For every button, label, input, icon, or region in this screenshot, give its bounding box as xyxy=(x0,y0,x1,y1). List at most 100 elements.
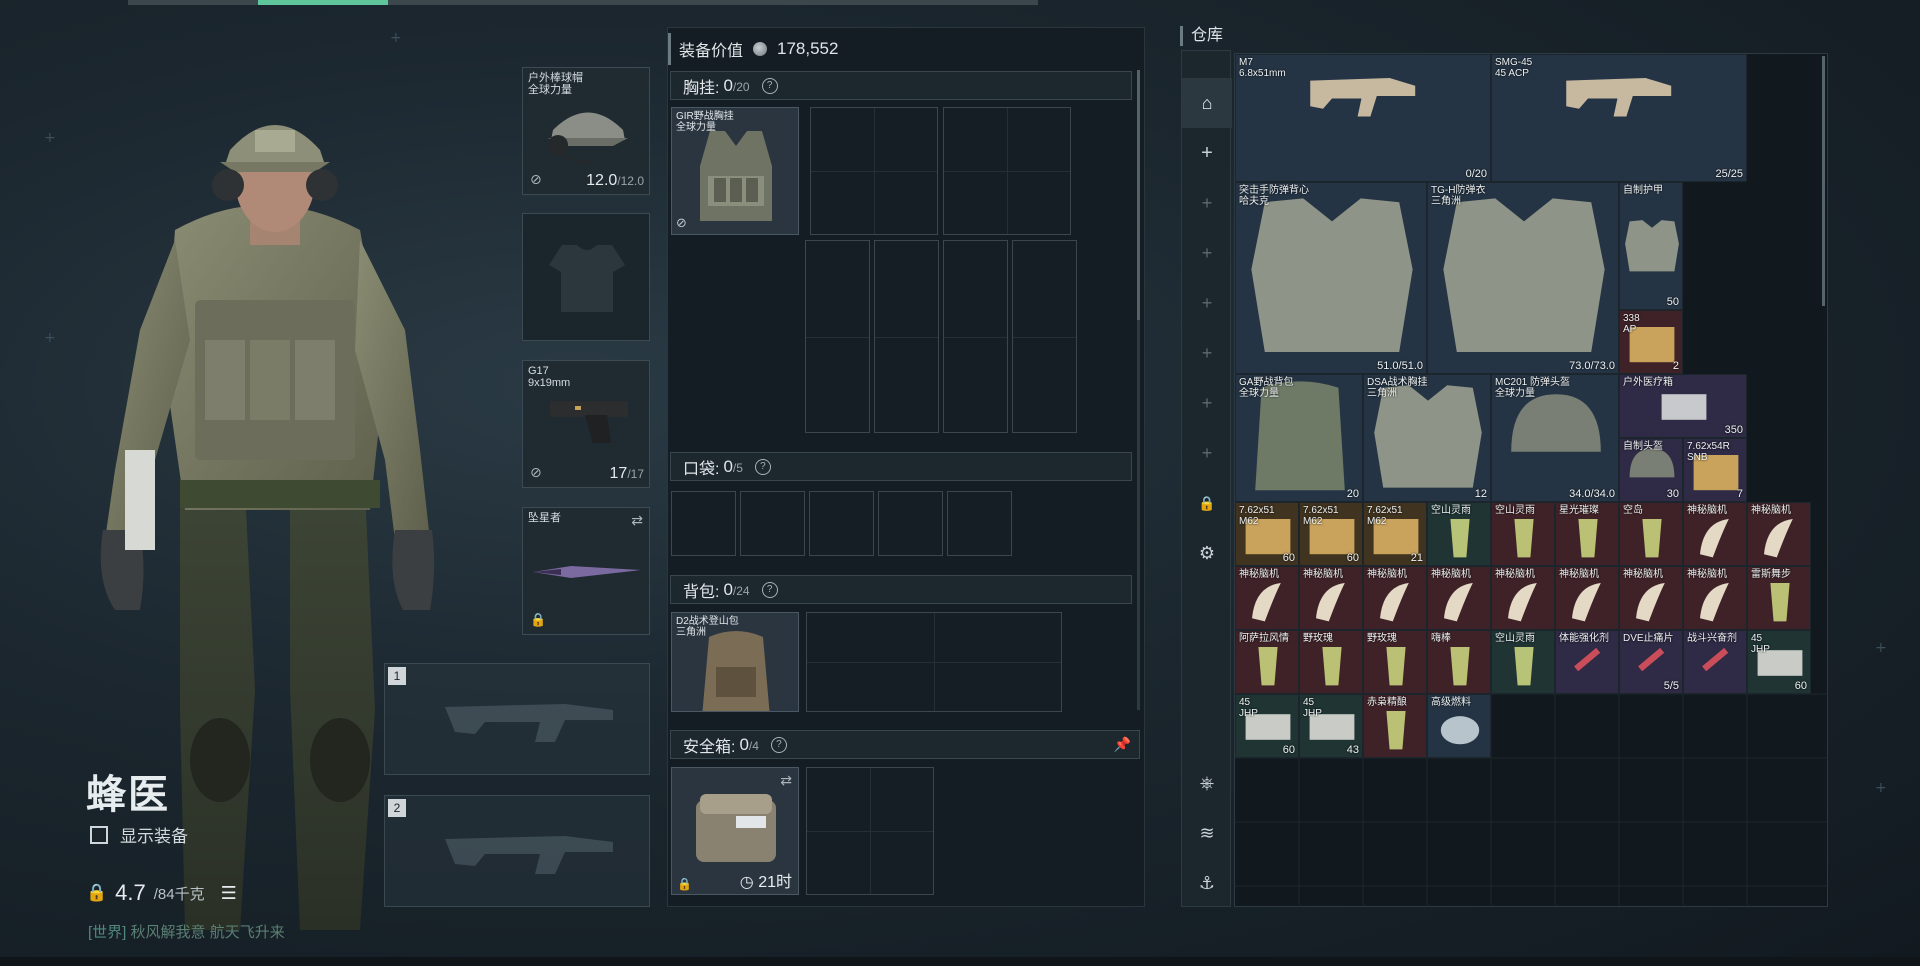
help-icon[interactable]: ? xyxy=(770,736,787,753)
chest-rig-cell[interactable] xyxy=(943,240,1008,433)
stash-grid[interactable]: M7 6.8x51mm 0/20 SMG-45 45 ACP 25/25 突击手防弹背心… xyxy=(1234,53,1829,908)
stash-item[interactable]: 7.62x51 M62 60 xyxy=(1235,502,1299,566)
stash-item[interactable]: 神秘脑机 xyxy=(1619,566,1683,630)
stash-item-label: 空岛 xyxy=(1623,505,1643,516)
swap-icon[interactable]: ⇄ xyxy=(780,772,792,789)
backpack-item[interactable]: D2战术登山包 三角洲 xyxy=(671,612,799,712)
stash-item[interactable]: 户外医疗箱 350 xyxy=(1619,374,1747,438)
armor-slot[interactable] xyxy=(522,213,650,341)
help-icon[interactable]: ? xyxy=(761,581,778,598)
stash-item[interactable]: 神秘脑机 xyxy=(1299,566,1363,630)
list-icon[interactable]: ☰ xyxy=(221,883,237,904)
swap-icon[interactable]: ⇄ xyxy=(631,512,643,529)
stash-item[interactable]: 神秘脑机 xyxy=(1555,566,1619,630)
plus-icon[interactable]: + xyxy=(1182,228,1232,278)
stash-item[interactable]: 45 JHP 43 xyxy=(1299,694,1363,758)
stash-item[interactable]: 体能强化剂 xyxy=(1555,630,1619,694)
stash-item[interactable]: 嗨棒 xyxy=(1427,630,1491,694)
weight-lock-icon: 🔒 xyxy=(86,883,108,902)
stash-item[interactable]: M7 6.8x51mm 0/20 xyxy=(1235,54,1491,182)
stash-item[interactable]: SMG-45 45 ACP 25/25 xyxy=(1491,54,1747,182)
stash-item[interactable]: 338 AP 2 xyxy=(1619,310,1683,374)
help-icon[interactable]: ? xyxy=(754,458,771,475)
stash-item[interactable]: 野玫瑰 xyxy=(1299,630,1363,694)
pistol-slot[interactable]: G17 9x19mm ⊘ 17/17 xyxy=(522,360,650,488)
stash-item[interactable]: 星光璀璨 xyxy=(1555,502,1619,566)
safebox-cell[interactable] xyxy=(806,767,934,895)
anchor-icon[interactable]: ⚓ xyxy=(1182,858,1232,908)
plus-icon[interactable]: + xyxy=(1182,178,1232,228)
stash-item[interactable]: DVE止痛片 5/5 xyxy=(1619,630,1683,694)
chat-line[interactable]: [世界] 秋风解我意 航天飞升来 xyxy=(88,921,285,942)
stash-item[interactable]: 雷斯舞步 xyxy=(1747,566,1811,630)
stash-item[interactable]: 阿萨拉风情 xyxy=(1235,630,1299,694)
stash-item[interactable]: 神秘脑机 xyxy=(1747,502,1811,566)
stash-item[interactable]: MC201 防弹头盔 全球力量 34.0/34.0 xyxy=(1491,374,1619,502)
chest-rig-item[interactable]: GIR野战胸挂 全球力量 ⊘ xyxy=(671,107,799,235)
stash-item[interactable]: 45 JHP 60 xyxy=(1747,630,1811,694)
stash-item[interactable]: 战斗兴奋剂 xyxy=(1683,630,1747,694)
operator-name: 蜂医 xyxy=(86,773,170,817)
stash-item[interactable]: 45 JHP 60 xyxy=(1235,694,1299,758)
stash-item-label: 户外医疗箱 xyxy=(1623,377,1673,388)
stash-item[interactable]: GA野战背包 全球力量 20 xyxy=(1235,374,1363,502)
stash-item[interactable]: 空山灵雨 xyxy=(1427,502,1491,566)
stash-item[interactable]: 神秘脑机 xyxy=(1683,502,1747,566)
stash-item[interactable]: 神秘脑机 xyxy=(1683,566,1747,630)
pocket-cell[interactable] xyxy=(947,491,1012,556)
stash-item[interactable]: 空山灵雨 xyxy=(1491,502,1555,566)
stash-item[interactable]: 神秘脑机 xyxy=(1363,566,1427,630)
home-icon[interactable]: ⌂ xyxy=(1182,78,1232,128)
pocket-cell[interactable] xyxy=(671,491,736,556)
plus-icon[interactable]: + xyxy=(1182,278,1232,328)
chest-rig-cell[interactable] xyxy=(805,240,870,433)
chest-rig-cell[interactable] xyxy=(874,240,939,433)
stash-item[interactable]: 自制头盔 30 xyxy=(1619,438,1683,502)
stash-item[interactable]: 7.62x51 M62 60 xyxy=(1299,502,1363,566)
stash-item[interactable]: TG-H防弹衣 三角洲 73.0/73.0 xyxy=(1427,182,1619,374)
stash-item[interactable]: 神秘脑机 xyxy=(1235,566,1299,630)
chest-rig-cell[interactable] xyxy=(1012,240,1077,433)
pocket-cell[interactable] xyxy=(809,491,874,556)
pocket-cell[interactable] xyxy=(740,491,805,556)
primary-weapon-slot-1[interactable]: 1 xyxy=(384,663,650,775)
safebox-item[interactable]: ⇄ 🔒 ◷ 21时 xyxy=(671,767,799,895)
pocket-cell[interactable] xyxy=(878,491,943,556)
melee-slot[interactable]: 坠星者 ⇄ 🔒 xyxy=(522,507,650,635)
pistol-ammo: 17/17 xyxy=(609,465,644,482)
stash-item[interactable]: DSA战术胸挂 三角洲 12 xyxy=(1363,374,1491,502)
stash-item[interactable]: 野玫瑰 xyxy=(1363,630,1427,694)
layers-icon[interactable]: ≋ xyxy=(1182,808,1232,858)
pin-icon[interactable]: 📌 xyxy=(1114,736,1131,753)
show-equipment-toggle[interactable]: 显示装备 xyxy=(90,822,188,847)
stash-item[interactable]: 赤枭精酿 xyxy=(1363,694,1427,758)
stash-item-label: 45 JHP xyxy=(1239,697,1258,719)
stash-item[interactable]: 空岛 xyxy=(1619,502,1683,566)
stash-item[interactable]: 神秘脑机 xyxy=(1491,566,1555,630)
checkbox[interactable] xyxy=(90,825,108,844)
character-icon[interactable]: ⎈ xyxy=(1182,758,1232,808)
helmet-slot[interactable]: 户外棒球帽 全球力量 ⊘ 12.0/12.0 xyxy=(522,67,650,195)
primary-weapon-slot-2[interactable]: 2 xyxy=(384,795,650,907)
chest-rig-cell[interactable] xyxy=(943,107,1071,235)
plus-icon[interactable]: + xyxy=(1182,128,1232,178)
help-icon[interactable]: ? xyxy=(761,77,778,94)
gear-icon[interactable]: ⚙ xyxy=(1182,528,1232,578)
stash-item[interactable]: 空山灵雨 xyxy=(1491,630,1555,694)
gear-panel-scrollbar[interactable] xyxy=(1137,70,1140,710)
backpack-label: 背包: xyxy=(683,583,720,601)
stash-item[interactable]: 7.62x54R SNB 7 xyxy=(1683,438,1747,502)
stash-item-quantity: 60 xyxy=(1282,744,1295,756)
stash-item[interactable]: 突击手防弹背心 哈夫克 51.0/51.0 xyxy=(1235,182,1427,374)
stash-scrollbar[interactable] xyxy=(1822,56,1825,306)
plus-icon[interactable]: + xyxy=(1182,328,1232,378)
backpack-cell[interactable] xyxy=(806,612,1062,712)
stash-item[interactable]: 自制护甲 50 xyxy=(1619,182,1683,310)
chest-rig-cell[interactable] xyxy=(810,107,938,235)
plus-icon[interactable]: + xyxy=(1182,378,1232,428)
stash-item[interactable]: 7.62x51 M62 21 xyxy=(1363,502,1427,566)
lock-icon[interactable]: 🔒 xyxy=(1182,478,1232,528)
stash-item[interactable]: 神秘脑机 xyxy=(1427,566,1491,630)
plus-icon[interactable]: + xyxy=(1182,428,1232,478)
stash-item[interactable]: 高级燃料 xyxy=(1427,694,1491,758)
